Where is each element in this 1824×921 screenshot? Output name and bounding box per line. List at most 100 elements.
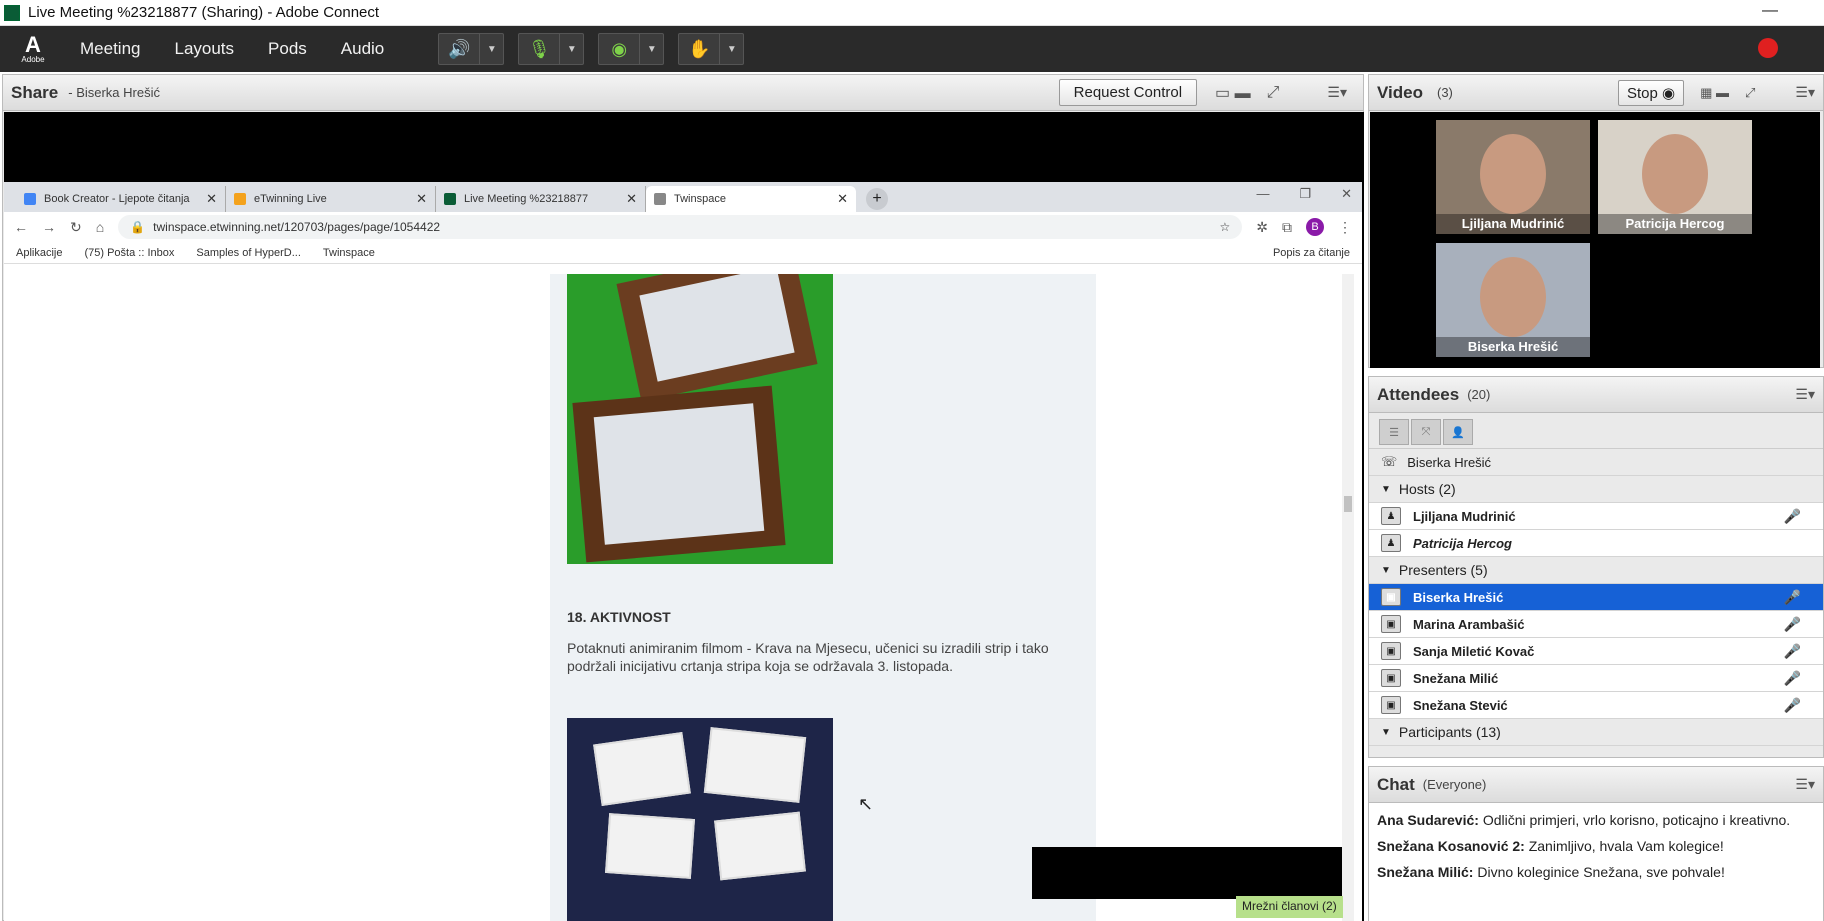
webcam-button[interactable]: ◉ ▼ — [598, 33, 665, 65]
chevron-down-icon[interactable]: ▼ — [719, 34, 743, 64]
close-icon[interactable]: ✕ — [206, 191, 217, 207]
pod-menu-icon[interactable]: ☰▾ — [1795, 84, 1815, 101]
profile-avatar[interactable]: B — [1306, 218, 1324, 236]
share-title: Share — [11, 82, 59, 102]
home-icon[interactable]: ⌂ — [96, 219, 104, 235]
video-thumbnail[interactable]: Patricija Hercog — [1598, 120, 1752, 234]
scrollbar-thumb[interactable] — [1344, 496, 1352, 512]
pod-menu-icon[interactable]: ☰▾ — [1795, 386, 1815, 403]
close-icon[interactable]: ✕ — [1341, 186, 1352, 202]
video-thumbnail[interactable]: Biserka Hrešić — [1436, 243, 1590, 357]
video-thumbnail[interactable]: Ljiljana Mudrinić — [1436, 120, 1590, 234]
attendee-row[interactable]: ▣ Sanja Miletić Kovač 🎤 — [1369, 638, 1823, 665]
address-bar[interactable]: 🔒 twinspace.etwinning.net/120703/pages/pa… — [118, 215, 1243, 239]
chat-pod: Chat (Everyone) ☰▾ Ana Sudarević: Odličn… — [1368, 766, 1824, 921]
adobe-connect-icon — [4, 4, 20, 21]
view-mode-icon[interactable]: ▭ ▬ — [1215, 83, 1251, 103]
menu-audio[interactable]: Audio — [341, 39, 384, 59]
chat-title: Chat — [1377, 774, 1415, 794]
browser-window-controls: — ❐ ✕ — [1256, 186, 1352, 202]
pod-menu-icon[interactable]: ☰▾ — [1327, 84, 1347, 101]
breakout-icon[interactable]: ⤧ — [1411, 419, 1441, 445]
maximize-icon[interactable]: ❐ — [1299, 186, 1311, 202]
bookmark-twinspace[interactable]: Twinspace — [323, 247, 375, 259]
bookmark-inbox[interactable]: (75) Pošta :: Inbox — [84, 247, 174, 259]
record-indicator[interactable] — [1758, 38, 1778, 58]
browser-tab-active[interactable]: Twinspace ✕ — [646, 186, 856, 212]
hand-icon: ✋ — [688, 38, 711, 59]
attendees-toolbar: ☰ ⤧ 👤 — [1369, 413, 1823, 449]
minimize-icon[interactable]: — — [1256, 186, 1269, 202]
chevron-down-icon[interactable]: ▼ — [639, 34, 663, 64]
close-icon[interactable]: ✕ — [837, 191, 848, 207]
browser-tab[interactable]: Live Meeting %23218877 ✕ — [436, 186, 646, 212]
phone-icon: ☏ — [1381, 454, 1398, 469]
request-control-button[interactable]: Request Control — [1058, 79, 1198, 106]
collapse-icon[interactable]: ▼ — [1381, 484, 1391, 495]
mic-muted-icon: 🎤 — [1783, 696, 1801, 713]
network-members-badge[interactable]: Mrežni članovi (2) — [1236, 896, 1343, 918]
collapse-icon[interactable]: ▼ — [1381, 565, 1391, 576]
share-pod-header: Share - Biserka Hrešić Request Control ▭… — [3, 75, 1363, 111]
attendee-row[interactable]: ♟ Patricija Hercog — [1369, 530, 1823, 557]
video-pod-header: Video (3) Stop ◉ ▦ ▬ ⤢ ☰▾ — [1369, 75, 1823, 111]
more-icon[interactable]: ⋮ — [1338, 219, 1352, 236]
tab-label: Book Creator - Ljepote čitanja — [44, 193, 190, 205]
tab-label: Live Meeting %23218877 — [464, 193, 589, 205]
fullscreen-icon[interactable]: ⤢ — [1745, 85, 1755, 101]
menu-layouts[interactable]: Layouts — [174, 39, 234, 59]
forward-icon[interactable]: → — [42, 219, 56, 235]
close-icon[interactable]: ✕ — [416, 191, 427, 207]
video-title: Video — [1377, 82, 1423, 102]
current-user-row[interactable]: ☏ Biserka Hrešić — [1369, 449, 1823, 476]
speaker-button[interactable]: 🔊 ▼ — [438, 33, 505, 65]
hosts-group[interactable]: ▼ Hosts (2) — [1369, 476, 1823, 503]
back-icon[interactable]: ← — [14, 219, 28, 235]
bookmark-hyperdocs[interactable]: Samples of HyperD... — [196, 247, 301, 259]
presenters-group[interactable]: ▼ Presenters (5) — [1369, 557, 1823, 584]
attendee-row[interactable]: ▣ Snežana Milić 🎤 — [1369, 665, 1823, 692]
redacted-area — [1032, 847, 1342, 899]
close-icon[interactable]: ✕ — [626, 191, 637, 207]
reload-icon[interactable]: ↻ — [70, 219, 82, 236]
attendee-row[interactable]: ▣ Snežana Stević 🎤 — [1369, 692, 1823, 719]
activity-description: Potaknuti animiranim filmom - Krava na M… — [567, 640, 1049, 674]
video-grid: Ljiljana Mudrinić Patricija Hercog Biser… — [1370, 112, 1820, 368]
presenter-icon: ▣ — [1381, 588, 1401, 606]
browser-tab[interactable]: eTwinning Live ✕ — [226, 186, 436, 212]
menu-meeting[interactable]: Meeting — [80, 39, 140, 59]
page-scrollbar[interactable] — [1342, 274, 1354, 921]
grid-view-icon[interactable]: ▦ ▬ — [1700, 85, 1729, 101]
participants-group[interactable]: ▼ Participants (13) — [1369, 719, 1823, 746]
mic-muted-icon: 🎤 — [1783, 642, 1801, 659]
raise-hand-button[interactable]: ✋ ▼ — [678, 33, 745, 65]
attendees-title: Attendees — [1377, 384, 1460, 404]
activity-heading: 18. AKTIVNOST — [567, 609, 671, 625]
attendee-row[interactable]: ♟ Ljiljana Mudrinić 🎤 — [1369, 503, 1823, 530]
stop-video-button[interactable]: Stop ◉ — [1617, 79, 1685, 106]
fullscreen-icon[interactable]: ⤢ — [1267, 84, 1280, 102]
collapse-icon[interactable]: ▼ — [1381, 727, 1391, 738]
chevron-down-icon[interactable]: ▼ — [559, 34, 583, 64]
microphone-icon: 🎙 — [527, 38, 551, 59]
pod-menu-icon[interactable]: ☰▾ — [1795, 776, 1815, 793]
reading-list[interactable]: Popis za čitanje — [1273, 247, 1350, 259]
list-view-icon[interactable]: ☰ — [1379, 419, 1409, 445]
star-icon[interactable]: ☆ — [1220, 220, 1231, 234]
url-text: twinspace.etwinning.net/120703/pages/pag… — [153, 220, 441, 234]
menu-pods[interactable]: Pods — [268, 39, 307, 59]
web-page: 18. AKTIVNOST Potaknuti animiranim filmo… — [4, 274, 1354, 921]
microphone-button[interactable]: 🎙 ▼ — [518, 33, 585, 65]
new-tab-icon[interactable]: + — [866, 188, 888, 210]
extension-icon[interactable]: ✲ — [1256, 219, 1268, 236]
status-view-icon[interactable]: 👤 — [1443, 419, 1473, 445]
puzzle-icon[interactable]: ⧉ — [1282, 219, 1292, 236]
chat-message: Snežana Milić: Divno koleginice Snežana,… — [1377, 864, 1725, 880]
tab-label: Twinspace — [674, 193, 726, 205]
bookmark-apps[interactable]: Aplikacije — [16, 247, 62, 259]
attendee-row-selected[interactable]: ▣ Biserka Hrešić 🎤 — [1369, 584, 1823, 611]
minimize-icon[interactable]: — — [1762, 2, 1778, 20]
attendee-row[interactable]: ▣ Marina Arambašić 🎤 — [1369, 611, 1823, 638]
browser-tab[interactable]: Book Creator - Ljepote čitanja ✕ — [16, 186, 226, 212]
chevron-down-icon[interactable]: ▼ — [479, 34, 503, 64]
